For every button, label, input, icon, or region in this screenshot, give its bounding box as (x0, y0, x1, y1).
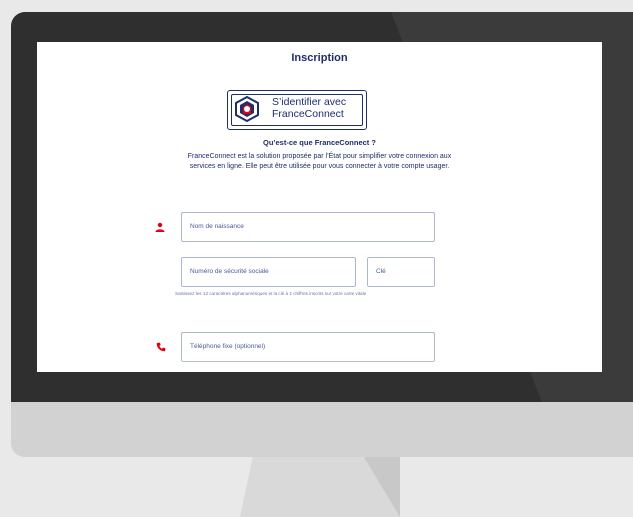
ssn-helper-text: Saisissez les 13 caractères alphanumériq… (175, 291, 367, 296)
franceconnect-label-line1: S’identifier avec (272, 96, 347, 108)
key-input[interactable]: Clé (367, 257, 435, 287)
birth-name-input[interactable]: Nom de naissance (181, 212, 435, 242)
franceconnect-label-line2: FranceConnect (272, 108, 344, 120)
franceconnect-description-line1: FranceConnect est la solution proposée p… (187, 153, 452, 160)
monitor-chin (11, 402, 633, 457)
person-icon (155, 222, 165, 232)
phone-icon (156, 342, 166, 352)
page-title: Inscription (291, 52, 348, 64)
franceconnect-description-line2: services en ligne. Elle peut être utilis… (189, 163, 450, 170)
franceconnect-logo-icon (235, 96, 259, 122)
franceconnect-button-label: S’identifier avec FranceConnect (272, 96, 368, 120)
screen-bottom-fade (37, 360, 602, 372)
franceconnect-button[interactable]: S’identifier avec FranceConnect (227, 90, 367, 130)
landline-phone-input[interactable]: Téléphone fixe (optionnel) (181, 332, 435, 362)
screen: Inscription S’identifier avec FranceConn… (37, 42, 602, 372)
franceconnect-description: FranceConnect est la solution proposée p… (37, 152, 602, 172)
franceconnect-info-link[interactable]: Qu’est-ce que FranceConnect ? (37, 138, 602, 147)
social-security-number-input[interactable]: Numéro de sécurité sociale (181, 257, 356, 287)
